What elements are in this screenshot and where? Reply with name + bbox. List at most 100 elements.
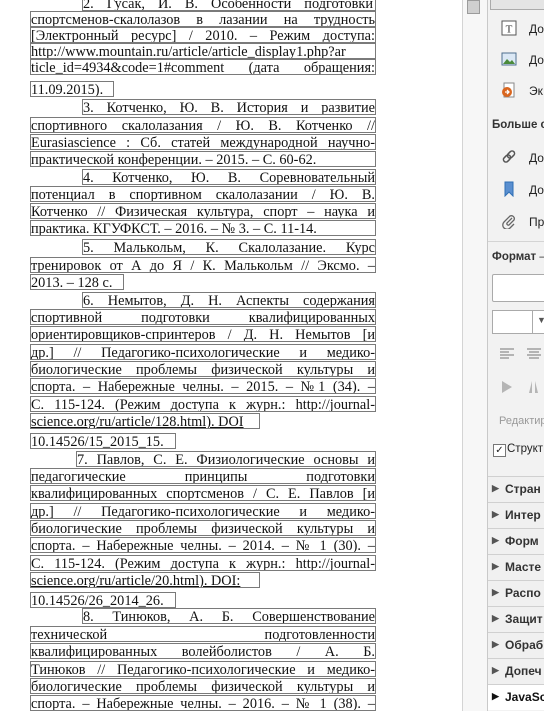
export-item[interactable]: Эк xyxy=(488,76,544,106)
accordion-pages[interactable]: ▶ Стран xyxy=(488,476,544,502)
doc-line: спортивной подготовки квалифицированных xyxy=(30,309,376,325)
attach-item[interactable]: Пр xyxy=(488,207,544,237)
doc-line: 3. Котченко, Ю. В. История и развитие xyxy=(82,99,376,115)
doc-line: 2013. – 128 с. xyxy=(30,274,124,290)
bookmark-icon xyxy=(501,181,517,198)
doc-line: квалифицированных спортсменов / С. Е. Па… xyxy=(30,485,376,501)
add-text-label: До xyxy=(529,22,544,36)
doc-line: квалифицированных волейболистов / А. Б. xyxy=(30,643,376,659)
doc-line: 10.14526/15_2015_15. xyxy=(30,433,176,449)
accordion-wizards[interactable]: ▶ Масте xyxy=(488,554,544,580)
accordion-prepress[interactable]: ▶ Допеч xyxy=(488,658,544,684)
link-icon xyxy=(501,149,517,165)
doc-line: др.] // Педагогико-психологические и мед… xyxy=(30,344,376,360)
chevron-down-icon: ▼ xyxy=(537,315,544,325)
structure-checkbox-row[interactable]: ✓ Структ xyxy=(492,443,544,459)
panel-top-button[interactable] xyxy=(490,0,544,10)
doc-line: биологические проблемы физической культу… xyxy=(30,361,376,377)
triangle-right-icon: ▶ xyxy=(492,691,499,701)
document-page: 2. Гусак, И. В. Особенности подготовки с… xyxy=(0,0,462,711)
add-link-item[interactable]: До xyxy=(488,143,544,173)
export-icon xyxy=(501,82,517,98)
image-icon xyxy=(501,51,517,67)
more-heading: Больше с xyxy=(492,119,544,131)
doc-line: Eurasiascience : Сб. статей международно… xyxy=(30,134,376,150)
doc-line: С. 115-124. (Режим доступа к журн.: http… xyxy=(30,396,376,412)
triangle-right-icon: ▶ xyxy=(492,665,499,675)
font-size-dropdown[interactable]: ▼ xyxy=(532,310,544,334)
scrollbar-track[interactable] xyxy=(462,0,488,711)
triangle-right-icon: ▶ xyxy=(492,561,499,571)
format-heading: Формат – xyxy=(492,251,544,263)
doc-line: потенциал в спортивном скалолазании / Ю.… xyxy=(30,186,376,202)
journal-link[interactable]: science.org/ru/article/128.html). DOI xyxy=(31,414,244,428)
doc-line: спорта. – Набережные челны. – 2015. – №1… xyxy=(30,378,376,394)
add-bookmark-label: До xyxy=(529,183,544,197)
add-image-label: До xyxy=(529,53,544,67)
accordion-forms[interactable]: ▶ Форм xyxy=(488,528,544,554)
doc-line: спортсменов-скалолазов в лазании на труд… xyxy=(30,11,376,27)
doc-line: ориентировщиков-спринтеров / Д. Н. Немыт… xyxy=(30,326,376,342)
accordion-recognition[interactable]: ▶ Распо xyxy=(488,580,544,606)
export-label: Эк xyxy=(529,84,543,98)
font-family-select[interactable] xyxy=(492,274,544,302)
doc-line: ticle_id=4934&code=1#comment (дата обращ… xyxy=(30,59,376,75)
triangle-right-icon: ▶ xyxy=(492,509,499,519)
accordion-processing[interactable]: ▶ Обраб xyxy=(488,632,544,658)
doc-line: спортивного скалолазания / Ю. В. Котченк… xyxy=(30,117,376,133)
accordion-javascript[interactable]: ▶ JavaSc xyxy=(488,684,544,710)
edit-label: Редактир xyxy=(499,415,544,427)
doc-line: [Электронный ресурс] / 2010. – Режим дос… xyxy=(30,27,376,43)
structure-label: Структ xyxy=(507,443,544,455)
add-text-item[interactable]: T До xyxy=(488,14,544,44)
triangle-right-icon: ▶ xyxy=(492,535,499,545)
accordion-protection[interactable]: ▶ Защит xyxy=(488,606,544,632)
paperclip-icon xyxy=(501,213,517,230)
doc-line: 7. Павлов, С. Е. Физиологические основы … xyxy=(76,451,376,467)
scrollbar-thumb[interactable] xyxy=(467,0,480,14)
doc-line: science.org/ru/article/128.html). DOI xyxy=(30,413,260,429)
doc-line: 10.14526/26_2014_26. xyxy=(30,592,176,608)
doc-line: 5. Малькольм, К. Скалолазание. Курс xyxy=(82,239,376,255)
doc-line: биологические проблемы физической культу… xyxy=(30,678,376,694)
triangle-right-icon: ▶ xyxy=(492,613,499,623)
add-bookmark-item[interactable]: До xyxy=(488,175,544,205)
triangle-right-icon: ▶ xyxy=(492,639,499,649)
columns-icon[interactable] xyxy=(526,380,542,394)
add-link-label: До xyxy=(529,151,544,165)
doc-line: Тинюков // Педагогико-психологические и … xyxy=(30,661,376,677)
doc-line: 11.09.2015). xyxy=(30,81,114,97)
doc-line: 2. Гусак, И. В. Особенности подготовки xyxy=(82,0,376,11)
tools-panel: T До До Эк Больше с До До Пр Формат – xyxy=(487,0,544,711)
doc-line: 4. Котченко, Ю. В. Соревновательный xyxy=(82,169,376,185)
text-box-icon: T xyxy=(501,20,517,36)
doc-line: спорта. – Набережные челны. – 2014. – № … xyxy=(30,537,376,553)
svg-text:T: T xyxy=(506,24,513,36)
attach-label: Пр xyxy=(529,215,544,229)
doc-line: science.org/ru/article/20.html). DOI: xyxy=(30,572,260,588)
doc-line: биологические проблемы физической культу… xyxy=(30,520,376,536)
doc-line: http://www.mountain.ru/article/article_d… xyxy=(30,43,376,59)
divider xyxy=(488,241,544,242)
triangle-right-icon: ▶ xyxy=(492,483,499,493)
triangle-right-icon: ▶ xyxy=(492,587,499,597)
doc-line: 6. Немытов, Д. Н. Аспекты содержания xyxy=(82,292,376,308)
doc-line: 8. Тинюков, А. Б. Совершенствование xyxy=(82,608,376,624)
align-center-icon[interactable] xyxy=(526,347,542,361)
doc-line: практической конференции. – 2015. – С. 6… xyxy=(30,151,376,167)
doc-line: Котченко // Физическая культура, спорт –… xyxy=(30,203,376,219)
accordion-interactive[interactable]: ▶ Интер xyxy=(488,502,544,528)
doc-line: С. 115-124. (Режим доступа к журн.: http… xyxy=(30,555,376,571)
doc-line: педагогические принципы подготовки xyxy=(30,468,376,484)
checkbox-checked-icon[interactable]: ✓ xyxy=(493,444,506,457)
doc-line: технической подготовленности xyxy=(30,626,376,642)
font-size-input[interactable] xyxy=(492,310,534,334)
doc-line: тренировок от А до Я / К. Малькольм // Э… xyxy=(30,257,376,273)
play-arrow-icon[interactable] xyxy=(499,380,515,394)
add-image-item[interactable]: До xyxy=(488,45,544,75)
doc-line: практика. КГУФКСТ. – 2016. – № 3. – С. 1… xyxy=(30,220,376,236)
journal-link[interactable]: science.org/ru/article/20.html). DOI: xyxy=(31,573,240,587)
doc-line: спорта. – Набережные челны. – 2016. – № … xyxy=(30,695,376,711)
align-left-icon[interactable] xyxy=(499,347,515,361)
doc-line: др.] // Педагогико-психологические и мед… xyxy=(30,503,376,519)
